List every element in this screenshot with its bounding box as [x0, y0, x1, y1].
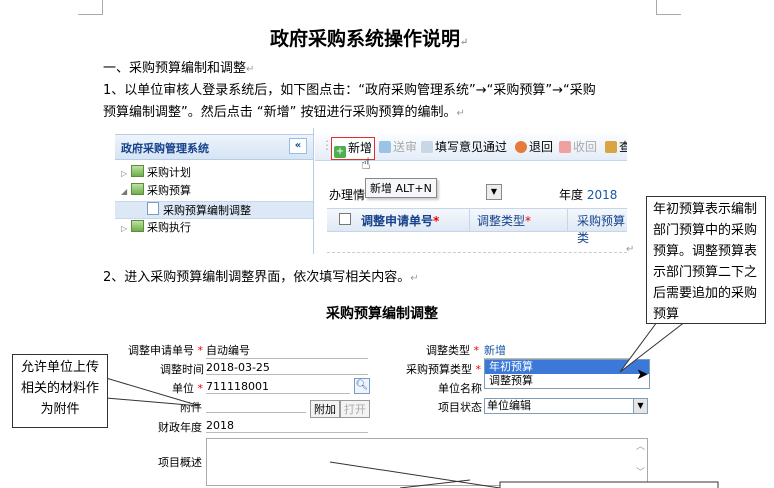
callout-budget-type-note: 年初预算表示编制部门预算中的采购预算。调整预算表示部门预算二下之后需要追加的采购… — [646, 196, 766, 324]
overview-leader-line-1 — [329, 461, 501, 488]
callout-right-pointer — [619, 317, 691, 373]
overview-leader-line-2 — [399, 479, 471, 488]
callout-left-pointer — [105, 377, 201, 407]
callout-attachment-note: 允许单位上传相关的材料作为附件 — [12, 354, 108, 428]
note-box-bottom — [499, 481, 719, 488]
